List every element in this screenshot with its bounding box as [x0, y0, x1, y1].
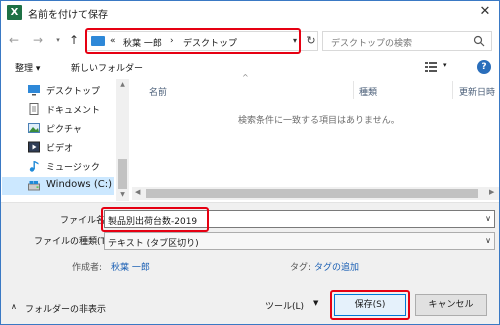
search-input[interactable]: デスクトップの検索 [331, 36, 412, 49]
sidebar-item-pictures[interactable]: ピクチャ [2, 119, 114, 137]
sidebar-item-documents[interactable]: ドキュメント [2, 100, 114, 118]
video-icon [28, 141, 40, 153]
hide-folders-button[interactable]: フォルダーの非表示 [25, 302, 106, 315]
dialog-title: 名前を付けて保存 [28, 10, 108, 21]
file-list-scroll-thumb[interactable] [146, 189, 478, 198]
sidebar-scrollbar[interactable]: ▲ ▼ [116, 79, 129, 201]
save-options-panel: ファイル名(N): 製品別出荷台数-2019 ∨ ファイルの種類(T): テキス… [1, 202, 499, 324]
column-divider[interactable] [353, 81, 354, 99]
chevron-down-icon[interactable]: ∨ [485, 214, 491, 223]
column-name[interactable]: 名前 [149, 85, 167, 98]
scroll-up-icon[interactable]: ▲ [116, 79, 129, 91]
address-highlight [85, 28, 301, 54]
author-value[interactable]: 秋葉 一郎 [111, 260, 150, 273]
sidebar-item-label: ドキュメント [46, 106, 101, 116]
forward-arrow-icon[interactable]: → [31, 31, 45, 49]
title-bar: X 名前を付けて保存 ✕ [1, 1, 499, 25]
sidebar-item-windows-c[interactable]: Windows (C:) [2, 177, 114, 195]
tools-dropdown-icon[interactable]: ▼ [313, 299, 318, 307]
sort-indicator-icon: ^ [242, 73, 249, 82]
empty-message: 検索条件に一致する項目はありません。 [238, 116, 400, 126]
add-tag-link[interactable]: タグの追加 [314, 260, 359, 273]
organize-button[interactable]: 整理 ▾ [15, 61, 40, 74]
sidebar-item-music[interactable]: ミュージック [2, 157, 114, 175]
save-highlight [330, 290, 410, 320]
author-label: 作成者: [72, 263, 103, 273]
chevron-up-icon[interactable]: ∧ [11, 302, 17, 311]
search-box[interactable]: デスクトップの検索 [322, 31, 492, 51]
file-list-scrollbar[interactable]: ◀ ▶ [132, 187, 499, 200]
drive-icon [28, 181, 40, 191]
up-arrow-icon[interactable]: ↑ [67, 31, 81, 49]
refresh-icon[interactable]: ↻ [304, 34, 318, 48]
column-type[interactable]: 種類 [359, 85, 377, 98]
scroll-left-icon[interactable]: ◀ [135, 188, 140, 196]
search-icon[interactable] [473, 35, 485, 47]
filetype-label: ファイルの種類(T): [34, 237, 113, 247]
filetype-select[interactable]: テキスト (タブ区切り) ∨ [104, 232, 495, 250]
music-icon [29, 161, 39, 172]
chevron-down-icon[interactable]: ∨ [485, 236, 491, 245]
column-date[interactable]: 更新日時 [459, 85, 495, 98]
save-as-dialog: X 名前を付けて保存 ✕ ← → ▾ ↑ « 秋葉 一郎 › デスクトップ ▾ … [0, 0, 500, 325]
command-bar: 整理 ▾ 新しいフォルダー ▾ ? [1, 57, 499, 77]
navigation-pane: デスクトップ ドキュメント ピクチャ ビデオ ミュージック Windows (C… [2, 79, 130, 201]
tags-label: タグ: [290, 263, 312, 273]
view-dropdown-icon[interactable]: ▾ [443, 61, 447, 69]
view-options-icon[interactable] [425, 62, 437, 72]
filetype-value: テキスト (タブ区切り) [108, 239, 199, 249]
scroll-down-icon[interactable]: ▼ [116, 189, 129, 201]
sidebar-item-videos[interactable]: ビデオ [2, 138, 114, 156]
scroll-right-icon[interactable]: ▶ [489, 188, 494, 196]
new-folder-button[interactable]: 新しいフォルダー [71, 61, 143, 74]
sidebar-item-desktop[interactable]: デスクトップ [2, 81, 114, 99]
sidebar-scroll-thumb[interactable] [118, 159, 127, 189]
filename-highlight [101, 207, 209, 232]
column-divider[interactable] [452, 81, 453, 99]
pictures-icon [28, 123, 40, 133]
document-icon [29, 103, 39, 115]
sidebar-item-label: ビデオ [46, 144, 74, 154]
sidebar-item-label: デスクトップ [46, 87, 101, 97]
excel-icon: X [7, 5, 22, 20]
close-icon[interactable]: ✕ [475, 3, 495, 21]
recent-locations-icon[interactable]: ▾ [51, 31, 65, 49]
file-list-pane: ^ 名前 種類 更新日時 検索条件に一致する項目はありません。 [132, 73, 499, 201]
back-arrow-icon[interactable]: ← [7, 31, 21, 49]
sidebar-item-label: ピクチャ [46, 125, 82, 135]
help-icon[interactable]: ? [477, 60, 491, 74]
desktop-icon [28, 85, 40, 96]
sidebar-item-label: ミュージック [46, 163, 100, 173]
cancel-button[interactable]: キャンセル [415, 294, 487, 316]
tools-button[interactable]: ツール(L) [265, 299, 304, 312]
sidebar-item-label: Windows (C:) [46, 179, 112, 190]
